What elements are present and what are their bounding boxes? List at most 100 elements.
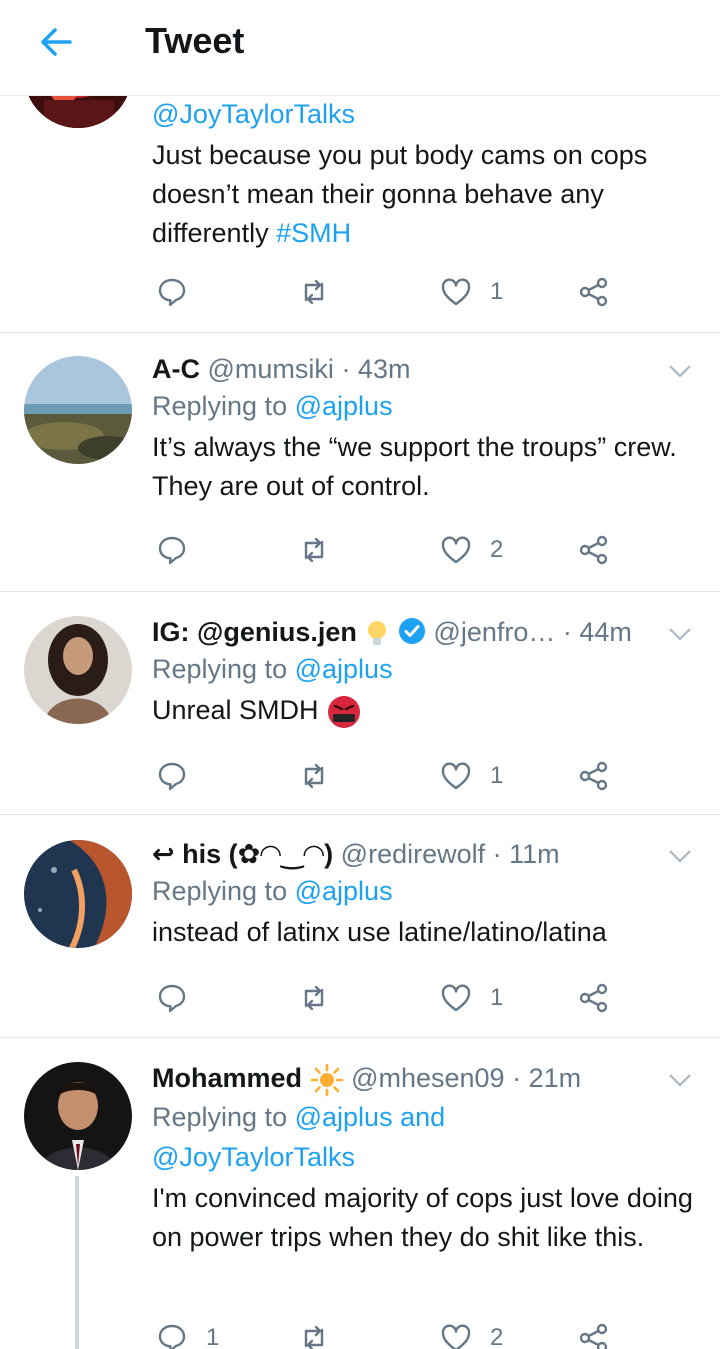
like-button[interactable]: 2 bbox=[440, 1318, 503, 1349]
timestamp: · 21m bbox=[512, 1063, 582, 1093]
handle[interactable]: @jenfro… bbox=[433, 617, 555, 647]
replying-to-link[interactable]: @ajplus bbox=[295, 391, 393, 421]
hashtag-link[interactable]: #SMH bbox=[276, 218, 351, 248]
tweet-text: Just because you put body cams on cops d… bbox=[152, 140, 648, 248]
retweet-icon bbox=[304, 279, 324, 305]
chevron-down-icon[interactable] bbox=[668, 626, 692, 642]
sun-icon bbox=[310, 1063, 343, 1097]
share-button[interactable] bbox=[578, 1318, 610, 1349]
like-button[interactable]: 1 bbox=[440, 272, 503, 312]
reply-button[interactable] bbox=[156, 530, 188, 570]
reply-count: 1 bbox=[206, 1324, 220, 1349]
reply-icon bbox=[158, 762, 186, 791]
tweet-feed: @JoyTaylorTalks Just because you put bod… bbox=[0, 0, 720, 1349]
chevron-down-icon[interactable] bbox=[668, 1072, 692, 1088]
share-icon bbox=[579, 761, 608, 791]
tweet-text: instead of latinx use latine/latino/lati… bbox=[152, 917, 607, 947]
retweet-button[interactable] bbox=[298, 530, 330, 570]
like-button[interactable]: 1 bbox=[440, 756, 503, 796]
thread-connector bbox=[75, 1176, 79, 1349]
avatar[interactable] bbox=[24, 616, 132, 724]
share-button[interactable] bbox=[578, 978, 610, 1018]
reply-tweet-3[interactable]: IG: @genius.jen @jenfro… · 44m Replying … bbox=[0, 592, 720, 815]
reply-icon bbox=[158, 536, 186, 565]
reply-button[interactable] bbox=[156, 272, 188, 312]
mention-link[interactable]: @JoyTaylorTalks bbox=[152, 94, 700, 134]
reply-button[interactable] bbox=[156, 756, 188, 796]
replying-to: Replying to @ajplus bbox=[152, 876, 393, 906]
reply-tweet-5[interactable]: Mohammed @mhesen09 · 21m Replying to @aj… bbox=[0, 1038, 720, 1349]
display-name[interactable]: ↩ his (✿◠‿◠) bbox=[152, 839, 333, 869]
share-icon bbox=[579, 535, 608, 565]
retweet-icon bbox=[304, 985, 324, 1011]
retweet-icon bbox=[304, 1325, 324, 1349]
like-icon bbox=[441, 984, 471, 1012]
replying-to-link[interactable]: @ajplus bbox=[295, 876, 393, 906]
back-arrow-icon[interactable] bbox=[36, 22, 76, 62]
display-name[interactable]: IG: @genius.jen bbox=[152, 617, 357, 647]
timestamp: · 44m bbox=[562, 617, 632, 647]
retweet-button[interactable] bbox=[298, 1318, 330, 1349]
retweet-icon bbox=[304, 763, 324, 789]
tweet-text: I'm convinced majority of cops just love… bbox=[152, 1182, 693, 1252]
replying-to-link-2[interactable]: @JoyTaylorTalks bbox=[152, 1142, 355, 1172]
timestamp: · 11m bbox=[492, 839, 560, 869]
share-icon bbox=[579, 1323, 608, 1349]
avatar[interactable] bbox=[24, 1062, 132, 1170]
replying-to: Replying to @ajplus bbox=[152, 391, 393, 421]
chevron-down-icon[interactable] bbox=[668, 848, 692, 864]
verified-icon bbox=[398, 618, 425, 644]
tweet-meta: Mohammed @mhesen09 · 21m bbox=[152, 1061, 700, 1097]
share-icon bbox=[579, 277, 608, 307]
lightbulb-icon bbox=[368, 620, 387, 645]
like-count: 1 bbox=[490, 984, 504, 1011]
reply-icon bbox=[158, 278, 186, 307]
like-icon bbox=[441, 762, 471, 790]
handle[interactable]: @mumsiki bbox=[208, 354, 334, 384]
top-app-bar: Tweet bbox=[0, 0, 720, 96]
display-name[interactable]: Mohammed bbox=[152, 1063, 302, 1093]
tweet-text: Unreal SMDH bbox=[152, 691, 700, 730]
like-icon bbox=[441, 278, 471, 306]
retweet-icon bbox=[304, 537, 324, 563]
tweet-meta: IG: @genius.jen @jenfro… · 44m bbox=[152, 615, 700, 649]
replying-to-link[interactable]: @ajplus bbox=[295, 654, 393, 684]
timestamp: · 43m bbox=[341, 354, 411, 384]
reply-icon bbox=[158, 984, 186, 1013]
like-count: 1 bbox=[490, 762, 504, 789]
replying-to: Replying to @ajplus bbox=[152, 654, 393, 684]
handle[interactable]: @redirewolf bbox=[341, 839, 485, 869]
retweet-button[interactable] bbox=[298, 978, 330, 1018]
like-count: 1 bbox=[490, 278, 504, 305]
like-button[interactable]: 2 bbox=[440, 530, 503, 570]
share-button[interactable] bbox=[578, 272, 610, 312]
share-button[interactable] bbox=[578, 756, 610, 796]
share-icon bbox=[579, 983, 608, 1013]
tweet-meta: A-C @mumsiki · 43m bbox=[152, 352, 700, 386]
avatar[interactable] bbox=[24, 356, 132, 464]
display-name[interactable]: A-C bbox=[152, 354, 200, 384]
like-count: 2 bbox=[490, 1324, 504, 1349]
reply-button[interactable] bbox=[156, 978, 188, 1018]
like-button[interactable]: 1 bbox=[440, 978, 503, 1018]
avatar[interactable] bbox=[24, 840, 132, 948]
like-count: 2 bbox=[490, 536, 504, 563]
share-button[interactable] bbox=[578, 530, 610, 570]
retweet-button[interactable] bbox=[298, 756, 330, 796]
like-icon bbox=[441, 1324, 471, 1349]
chevron-down-icon[interactable] bbox=[668, 363, 692, 379]
replying-to-link[interactable]: @ajplus and bbox=[295, 1102, 446, 1132]
replying-to-second: @JoyTaylorTalks bbox=[152, 1137, 700, 1177]
reply-button[interactable]: 1 bbox=[156, 1318, 219, 1349]
angry-emoji-icon bbox=[328, 695, 361, 728]
reply-tweet-4[interactable]: ↩ his (✿◠‿◠) @redirewolf · 11m Replying … bbox=[0, 815, 720, 1038]
tweet-text: It’s always the “we support the troups” … bbox=[152, 432, 677, 501]
tweet-meta: ↩ his (✿◠‿◠) @redirewolf · 11m bbox=[152, 837, 700, 871]
reply-icon bbox=[158, 1324, 186, 1349]
reply-tweet-2[interactable]: A-C @mumsiki · 43m Replying to @ajplus I… bbox=[0, 333, 720, 592]
retweet-button[interactable] bbox=[298, 272, 330, 312]
page-title: Tweet bbox=[145, 20, 245, 61]
replying-to: Replying to @ajplus and bbox=[152, 1101, 446, 1132]
handle[interactable]: @mhesen09 bbox=[351, 1063, 505, 1093]
like-icon bbox=[441, 536, 471, 564]
